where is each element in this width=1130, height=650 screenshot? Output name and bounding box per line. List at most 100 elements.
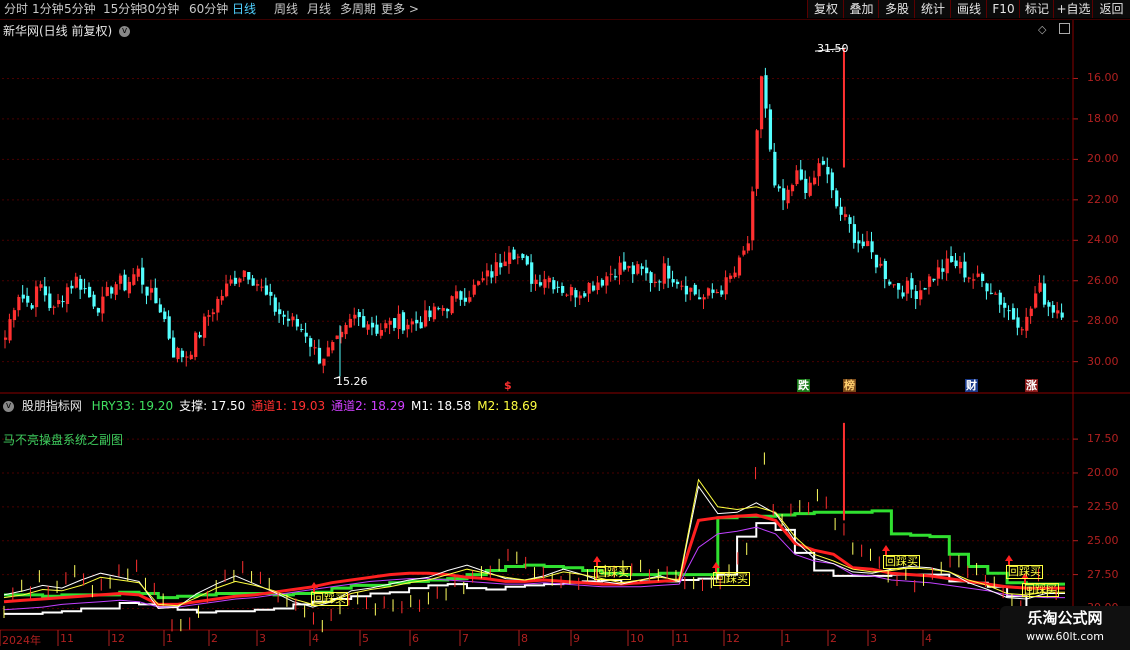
candle-body <box>96 308 101 313</box>
candle-body <box>600 279 605 286</box>
candle-body <box>919 290 923 300</box>
candle-body <box>79 278 83 290</box>
candle-body <box>419 322 423 329</box>
candle-body <box>534 279 538 285</box>
chart-canvas <box>0 20 1130 646</box>
indicator-value-5: M2: 18.69 <box>477 399 538 413</box>
candle-body <box>251 278 255 286</box>
chevron-down-icon[interactable]: v <box>119 26 131 37</box>
candle-body <box>123 274 127 291</box>
candle-body <box>154 287 158 304</box>
candle-body <box>1047 302 1051 307</box>
date-axis-label: 2 <box>830 632 837 645</box>
event-marker-0[interactable]: $ <box>503 379 513 392</box>
event-marker-3[interactable]: 财 <box>965 379 978 392</box>
candle-body <box>388 320 392 325</box>
candle-body <box>229 279 233 284</box>
candle-body <box>331 342 335 351</box>
candle-body <box>1060 312 1064 318</box>
event-marker-2[interactable]: 榜 <box>843 379 856 392</box>
indicator-value-3: 通道2: 18.29 <box>331 399 406 413</box>
candle-body <box>901 292 905 297</box>
candle-body <box>1016 317 1020 328</box>
candle-body <box>994 293 998 295</box>
candle-body <box>211 312 215 315</box>
candle-body <box>826 166 830 175</box>
candle-body <box>43 286 48 296</box>
candle-body <box>883 261 887 280</box>
chevron-down-icon[interactable]: v <box>3 401 14 412</box>
candle-body <box>494 262 498 277</box>
candle-body <box>30 305 34 309</box>
candle-body <box>101 296 105 314</box>
candle-body <box>454 291 459 299</box>
date-axis-label: 12 <box>726 632 740 645</box>
candle-body <box>720 290 724 295</box>
candle-body <box>927 276 932 287</box>
candlestick-series <box>4 47 1064 380</box>
indicator-value-1: 支撑: 17.50 <box>179 399 246 413</box>
candle-body <box>481 278 485 281</box>
watermark-title: 乐淘公式网 <box>1027 609 1103 627</box>
candle-body <box>742 250 746 255</box>
candle-body <box>759 76 764 130</box>
candle-body <box>609 273 613 275</box>
candle-body <box>490 271 494 278</box>
candle-body <box>764 75 768 109</box>
candle-body <box>773 151 777 186</box>
maximize-icon[interactable] <box>1059 23 1070 34</box>
candle-body <box>1056 310 1060 314</box>
candle-body <box>366 324 370 330</box>
event-marker-4[interactable]: 涨 <box>1025 379 1038 392</box>
indicator-line-M1 <box>3 485 1065 610</box>
candle-body <box>269 291 273 296</box>
candle-body <box>706 288 711 296</box>
candle-body <box>216 298 220 313</box>
candle-body <box>118 275 123 284</box>
candle-body <box>985 283 989 292</box>
watermark: 乐淘公式网 www.60lt.com <box>1000 606 1130 650</box>
diamond-icon[interactable]: ◇ <box>1038 23 1046 36</box>
buy-signal-label: 回踩买 <box>883 555 920 569</box>
candle-body <box>185 356 189 358</box>
candle-body <box>459 291 463 300</box>
candle-body <box>260 286 264 288</box>
candle-body <box>362 316 366 328</box>
event-marker-1[interactable]: 跌 <box>797 379 810 392</box>
candle-body <box>357 312 361 318</box>
indicator-axis-label: 22.50 <box>1087 499 1119 513</box>
indicator-name[interactable]: 股朋指标网 <box>22 399 82 413</box>
candle-body <box>914 291 918 300</box>
main-chart-title[interactable]: 新华网(日线 前复权) v <box>3 22 131 39</box>
date-axis-label: 3 <box>870 632 877 645</box>
candle-body <box>538 282 543 286</box>
candle-body <box>415 319 419 324</box>
date-axis-label: 4 <box>312 632 319 645</box>
candle-body <box>662 263 666 284</box>
candle-body <box>813 177 817 185</box>
candle-body <box>189 354 193 360</box>
candle-body <box>379 330 383 336</box>
candle-body <box>755 130 759 189</box>
candle-body <box>512 249 516 260</box>
candle-body <box>225 283 229 297</box>
candle-body <box>627 265 631 269</box>
candle-body <box>737 257 742 276</box>
candle-body <box>530 262 534 284</box>
candle-body <box>441 307 445 311</box>
indicator-axis-label: 20.00 <box>1087 465 1119 479</box>
date-axis-label: 11 <box>675 632 689 645</box>
candle-body <box>406 324 410 330</box>
candle-body <box>446 308 450 312</box>
candle-body <box>698 297 702 300</box>
candle-body <box>485 270 490 277</box>
candle-body <box>423 310 428 327</box>
candle-body <box>335 335 339 339</box>
candle-body <box>702 297 706 300</box>
price-axis-label: 28.00 <box>1087 314 1119 328</box>
candle-body <box>830 172 834 191</box>
candle-body <box>649 272 653 284</box>
date-axis-label: 4 <box>925 632 932 645</box>
candle-body <box>711 289 715 293</box>
buy-signal-label: 回踩买 <box>1022 583 1059 597</box>
